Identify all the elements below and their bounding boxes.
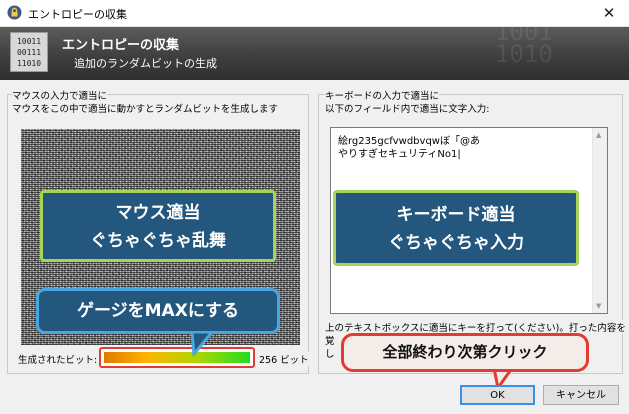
generated-bits-label: 生成されたビット: bbox=[18, 352, 98, 366]
callout-line: ぐちゃぐちゃ乱舞 bbox=[90, 231, 226, 251]
scroll-up-icon[interactable]: ▲ bbox=[596, 131, 601, 139]
callout-line: キーボード適当 bbox=[396, 205, 516, 225]
finish-annotation-callout: 全部終わり次第クリック bbox=[341, 333, 589, 372]
binary-icon: 10011 00111 11010 bbox=[10, 32, 48, 72]
window-title: エントロピーの収集 bbox=[28, 8, 127, 21]
scroll-down-icon[interactable]: ▼ bbox=[596, 302, 601, 310]
keyboard-note-line1: 上のテキストボックスに適当にキーを打って(ください)。打った内容を bbox=[325, 320, 626, 334]
close-button[interactable]: ✕ bbox=[589, 0, 629, 26]
keyboard-group-description: 以下のフィールド内で適当に文字入力: bbox=[325, 101, 490, 115]
banner-title: エントロピーの収集 bbox=[62, 38, 180, 53]
keyboard-annotation-callout: キーボード適当 ぐちゃぐちゃ入力 bbox=[333, 190, 579, 266]
mouse-annotation-callout: マウス適当 ぐちゃぐちゃ乱舞 bbox=[40, 190, 276, 262]
mouse-group-label: マウスの入力で適当に bbox=[12, 88, 108, 102]
gauge-annotation-callout: ゲージをMAXにする bbox=[36, 288, 280, 334]
lock-icon bbox=[7, 5, 22, 20]
generated-bits-value: 256 ビット bbox=[259, 352, 309, 366]
keyboard-note-line3: し bbox=[325, 346, 335, 360]
callout-line: マウス適当 bbox=[115, 203, 201, 223]
gauge-callout-pointer bbox=[190, 332, 214, 356]
binary-icon-row: 00111 bbox=[16, 48, 42, 57]
cancel-button[interactable]: キャンセル bbox=[543, 385, 619, 405]
textarea-line: やりすぎセキュリティNo1| bbox=[338, 149, 461, 160]
ok-button[interactable]: OK bbox=[460, 385, 535, 405]
title-bar: エントロピーの収集 ✕ bbox=[0, 0, 629, 27]
binary-icon-row: 11010 bbox=[16, 59, 42, 68]
entropy-gauge bbox=[99, 347, 255, 368]
header-banner: 10011 00111 11010 エントロピーの収集 追加のランダムビットの生… bbox=[0, 27, 629, 80]
banner-background-digits: 1001 1010 bbox=[495, 27, 553, 68]
keyboard-note-line2: 覚 bbox=[325, 333, 335, 347]
mouse-group-description: マウスをこの中で適当に動かすとランダムビットを生成します bbox=[12, 101, 279, 115]
keyboard-group-label: キーボードの入力で適当に bbox=[325, 88, 440, 102]
callout-line: ぐちゃぐちゃ入力 bbox=[388, 233, 524, 253]
banner-subtitle: 追加のランダムビットの生成 bbox=[74, 57, 217, 70]
binary-icon-row: 10011 bbox=[16, 37, 42, 46]
vertical-scrollbar[interactable]: ▲ ▼ bbox=[592, 128, 607, 313]
